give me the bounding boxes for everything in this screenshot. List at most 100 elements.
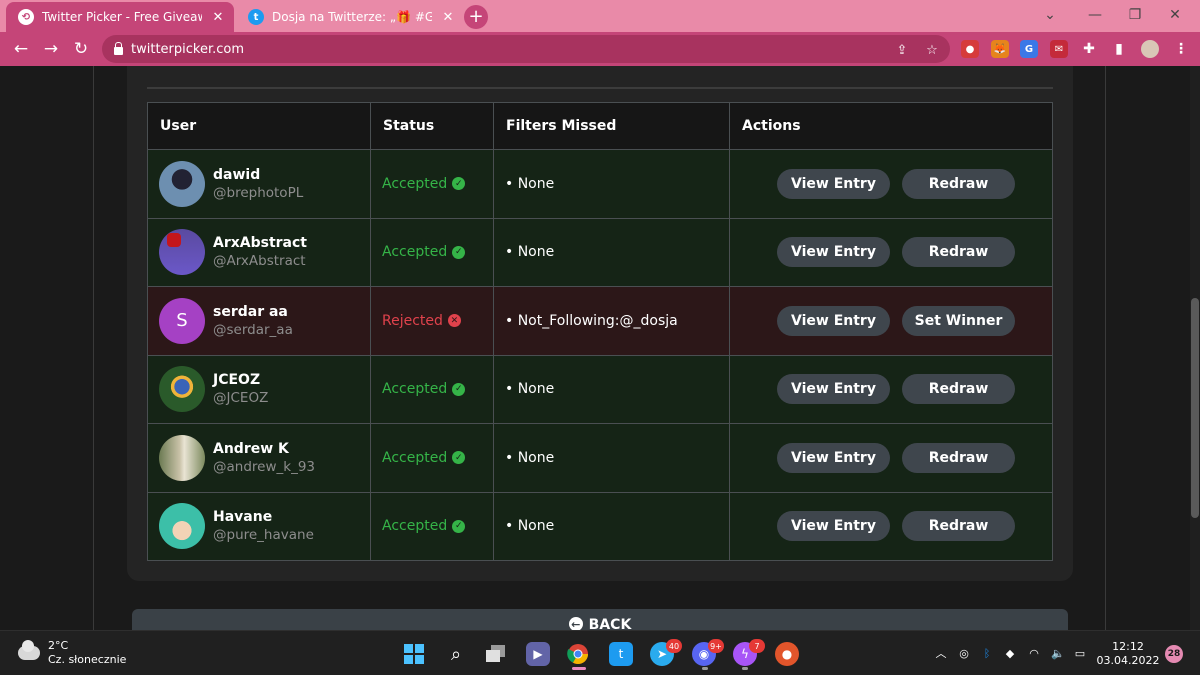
battery-icon[interactable]: ▭: [1072, 645, 1088, 661]
user-name: ArxAbstract: [213, 235, 307, 252]
twitter-picker-favicon: ⟲: [18, 9, 34, 25]
origin-app-icon[interactable]: ●: [775, 642, 799, 666]
telegram-badge: 40: [666, 639, 682, 653]
weather-desc: Cz. słonecznie: [48, 653, 127, 666]
redraw-button[interactable]: Redraw: [902, 374, 1015, 405]
volume-icon[interactable]: 🔈: [1050, 645, 1066, 661]
extensions-puzzle-icon[interactable]: ✚: [1080, 40, 1098, 58]
status-label: Accepted: [382, 381, 448, 398]
avatar[interactable]: [159, 434, 205, 481]
messenger-icon[interactable]: ϟ 7: [733, 639, 765, 666]
twitter-app-icon[interactable]: t: [609, 642, 633, 666]
discord-icon[interactable]: ◉ 9+: [692, 639, 724, 666]
scrollbar-thumb[interactable]: [1191, 298, 1199, 518]
view-entry-button[interactable]: View Entry: [777, 237, 890, 268]
avatar[interactable]: [159, 366, 205, 413]
redraw-button[interactable]: Redraw: [902, 237, 1015, 268]
card-divider: [147, 87, 1053, 89]
metamask-fox-icon[interactable]: 🦊: [991, 40, 1009, 58]
user-name: serdar aa: [213, 303, 288, 320]
user-handle[interactable]: @JCEOZ: [213, 390, 268, 406]
user-handle[interactable]: @serdar_aa: [213, 322, 293, 338]
tab-twitter-picker[interactable]: ⟲ Twitter Picker - Free Giveaway Pic ✕: [6, 2, 234, 32]
search-icon[interactable]: ⌕: [444, 642, 468, 666]
discord-running-indicator: [702, 667, 708, 670]
forward-arrow-icon[interactable]: →: [38, 36, 64, 62]
view-entry-button[interactable]: View Entry: [777, 511, 890, 542]
user-name: Havane: [213, 509, 273, 526]
bluetooth-icon[interactable]: ᛒ: [979, 645, 995, 661]
twitter-bird-icon: t: [248, 9, 264, 25]
url-text: twitterpicker.com: [131, 41, 245, 57]
avatar[interactable]: [159, 160, 205, 207]
header-actions: Actions: [729, 102, 1053, 150]
tab-title: Dosja na Twitterze: „🎁 #Giveaw: [272, 10, 432, 24]
bookmark-star-icon[interactable]: ☆: [924, 42, 940, 58]
extension-red-icon[interactable]: ●: [961, 40, 979, 58]
view-entry-button[interactable]: View Entry: [777, 374, 890, 405]
share-icon[interactable]: ⇪: [894, 42, 910, 58]
messenger-running-indicator: [742, 667, 748, 670]
close-tab-icon[interactable]: ✕: [210, 10, 226, 25]
tab-dosja-tweet[interactable]: t Dosja na Twitterze: „🎁 #Giveaw ✕: [236, 2, 464, 32]
back-arrow-icon[interactable]: ←: [8, 36, 34, 62]
restore-icon[interactable]: ❐: [1115, 4, 1155, 26]
new-tab-button[interactable]: +: [464, 5, 488, 29]
page-border-left: [93, 66, 94, 630]
set-winner-button[interactable]: Set Winner: [902, 305, 1015, 336]
status-label: Accepted: [382, 244, 448, 261]
windows-start-icon[interactable]: [402, 642, 426, 666]
close-window-icon[interactable]: ✕: [1155, 4, 1195, 26]
address-bar[interactable]: twitterpicker.com ⇪ ☆: [102, 35, 950, 63]
extension-badge-icon[interactable]: ✉: [1050, 40, 1068, 58]
user-handle[interactable]: @andrew_k_93: [213, 459, 315, 475]
header-filters-missed: Filters Missed: [493, 102, 730, 150]
teams-chat-icon[interactable]: ▶: [526, 642, 550, 666]
user-handle[interactable]: @brephotoPL: [213, 185, 303, 201]
notification-count-badge[interactable]: 28: [1165, 645, 1183, 663]
show-hidden-icons-chevron-icon[interactable]: ︿: [933, 645, 949, 661]
chrome-icon[interactable]: [566, 642, 590, 666]
translate-icon[interactable]: G: [1020, 40, 1038, 58]
user-name: Andrew K: [213, 440, 289, 457]
close-tab-icon[interactable]: ✕: [440, 10, 456, 25]
telegram-icon[interactable]: ➤ 40: [650, 639, 682, 666]
entries-table: User Status Filters Missed Actions dawid…: [147, 102, 1053, 561]
status-label: Accepted: [382, 518, 448, 535]
avatar[interactable]: [159, 503, 205, 550]
system-clock[interactable]: 12:12 03.04.2022: [1094, 640, 1162, 668]
user-handle[interactable]: @ArxAbstract: [213, 253, 307, 269]
tray-chrome-icon[interactable]: ◎: [956, 645, 972, 661]
view-entry-button[interactable]: View Entry: [777, 442, 890, 473]
browser-tab-strip: ⟲ Twitter Picker - Free Giveaway Pic ✕ t…: [0, 0, 1200, 32]
avatar[interactable]: [159, 229, 205, 276]
profile-avatar[interactable]: [1141, 40, 1159, 58]
wifi-icon[interactable]: ◠: [1026, 645, 1042, 661]
reload-icon[interactable]: ↻: [68, 36, 94, 62]
filters-missed: • None: [505, 518, 555, 535]
status-label: Accepted: [382, 175, 448, 192]
header-status: Status: [370, 102, 494, 150]
redraw-button[interactable]: Redraw: [902, 511, 1015, 542]
redraw-button[interactable]: Redraw: [902, 168, 1015, 199]
avatar[interactable]: S: [159, 297, 205, 344]
user-handle[interactable]: @pure_havane: [213, 527, 314, 543]
weather-temp: 2°C: [48, 639, 69, 652]
side-panel-icon[interactable]: ▮: [1110, 40, 1128, 58]
view-entry-button[interactable]: View Entry: [777, 168, 890, 199]
back-button[interactable]: ← BACK: [132, 609, 1068, 630]
dropbox-icon[interactable]: ◆: [1002, 645, 1018, 661]
menu-kebab-icon[interactable]: ⋮: [1172, 40, 1190, 58]
view-entry-button[interactable]: View Entry: [777, 305, 890, 336]
table-row: dawid @brephotoPL Accepted ✓ • None View …: [147, 149, 1053, 219]
check-circle-icon: ✓: [452, 451, 466, 465]
weather-widget[interactable]: 2°C Cz. słonecznie: [18, 639, 126, 667]
browser-toolbar: ← → ↻ twitterpicker.com ⇪ ☆ ● 🦊 G ✉ ✚ ▮ …: [0, 32, 1200, 66]
user-name: JCEOZ: [213, 372, 261, 389]
tab-search-icon[interactable]: ⌄: [1030, 4, 1070, 26]
redraw-button[interactable]: Redraw: [902, 442, 1015, 473]
task-view-icon[interactable]: [484, 642, 508, 666]
tab-title: Twitter Picker - Free Giveaway Pic: [42, 10, 202, 24]
minimize-icon[interactable]: —: [1075, 4, 1115, 26]
weather-cloud-icon: [18, 640, 40, 660]
